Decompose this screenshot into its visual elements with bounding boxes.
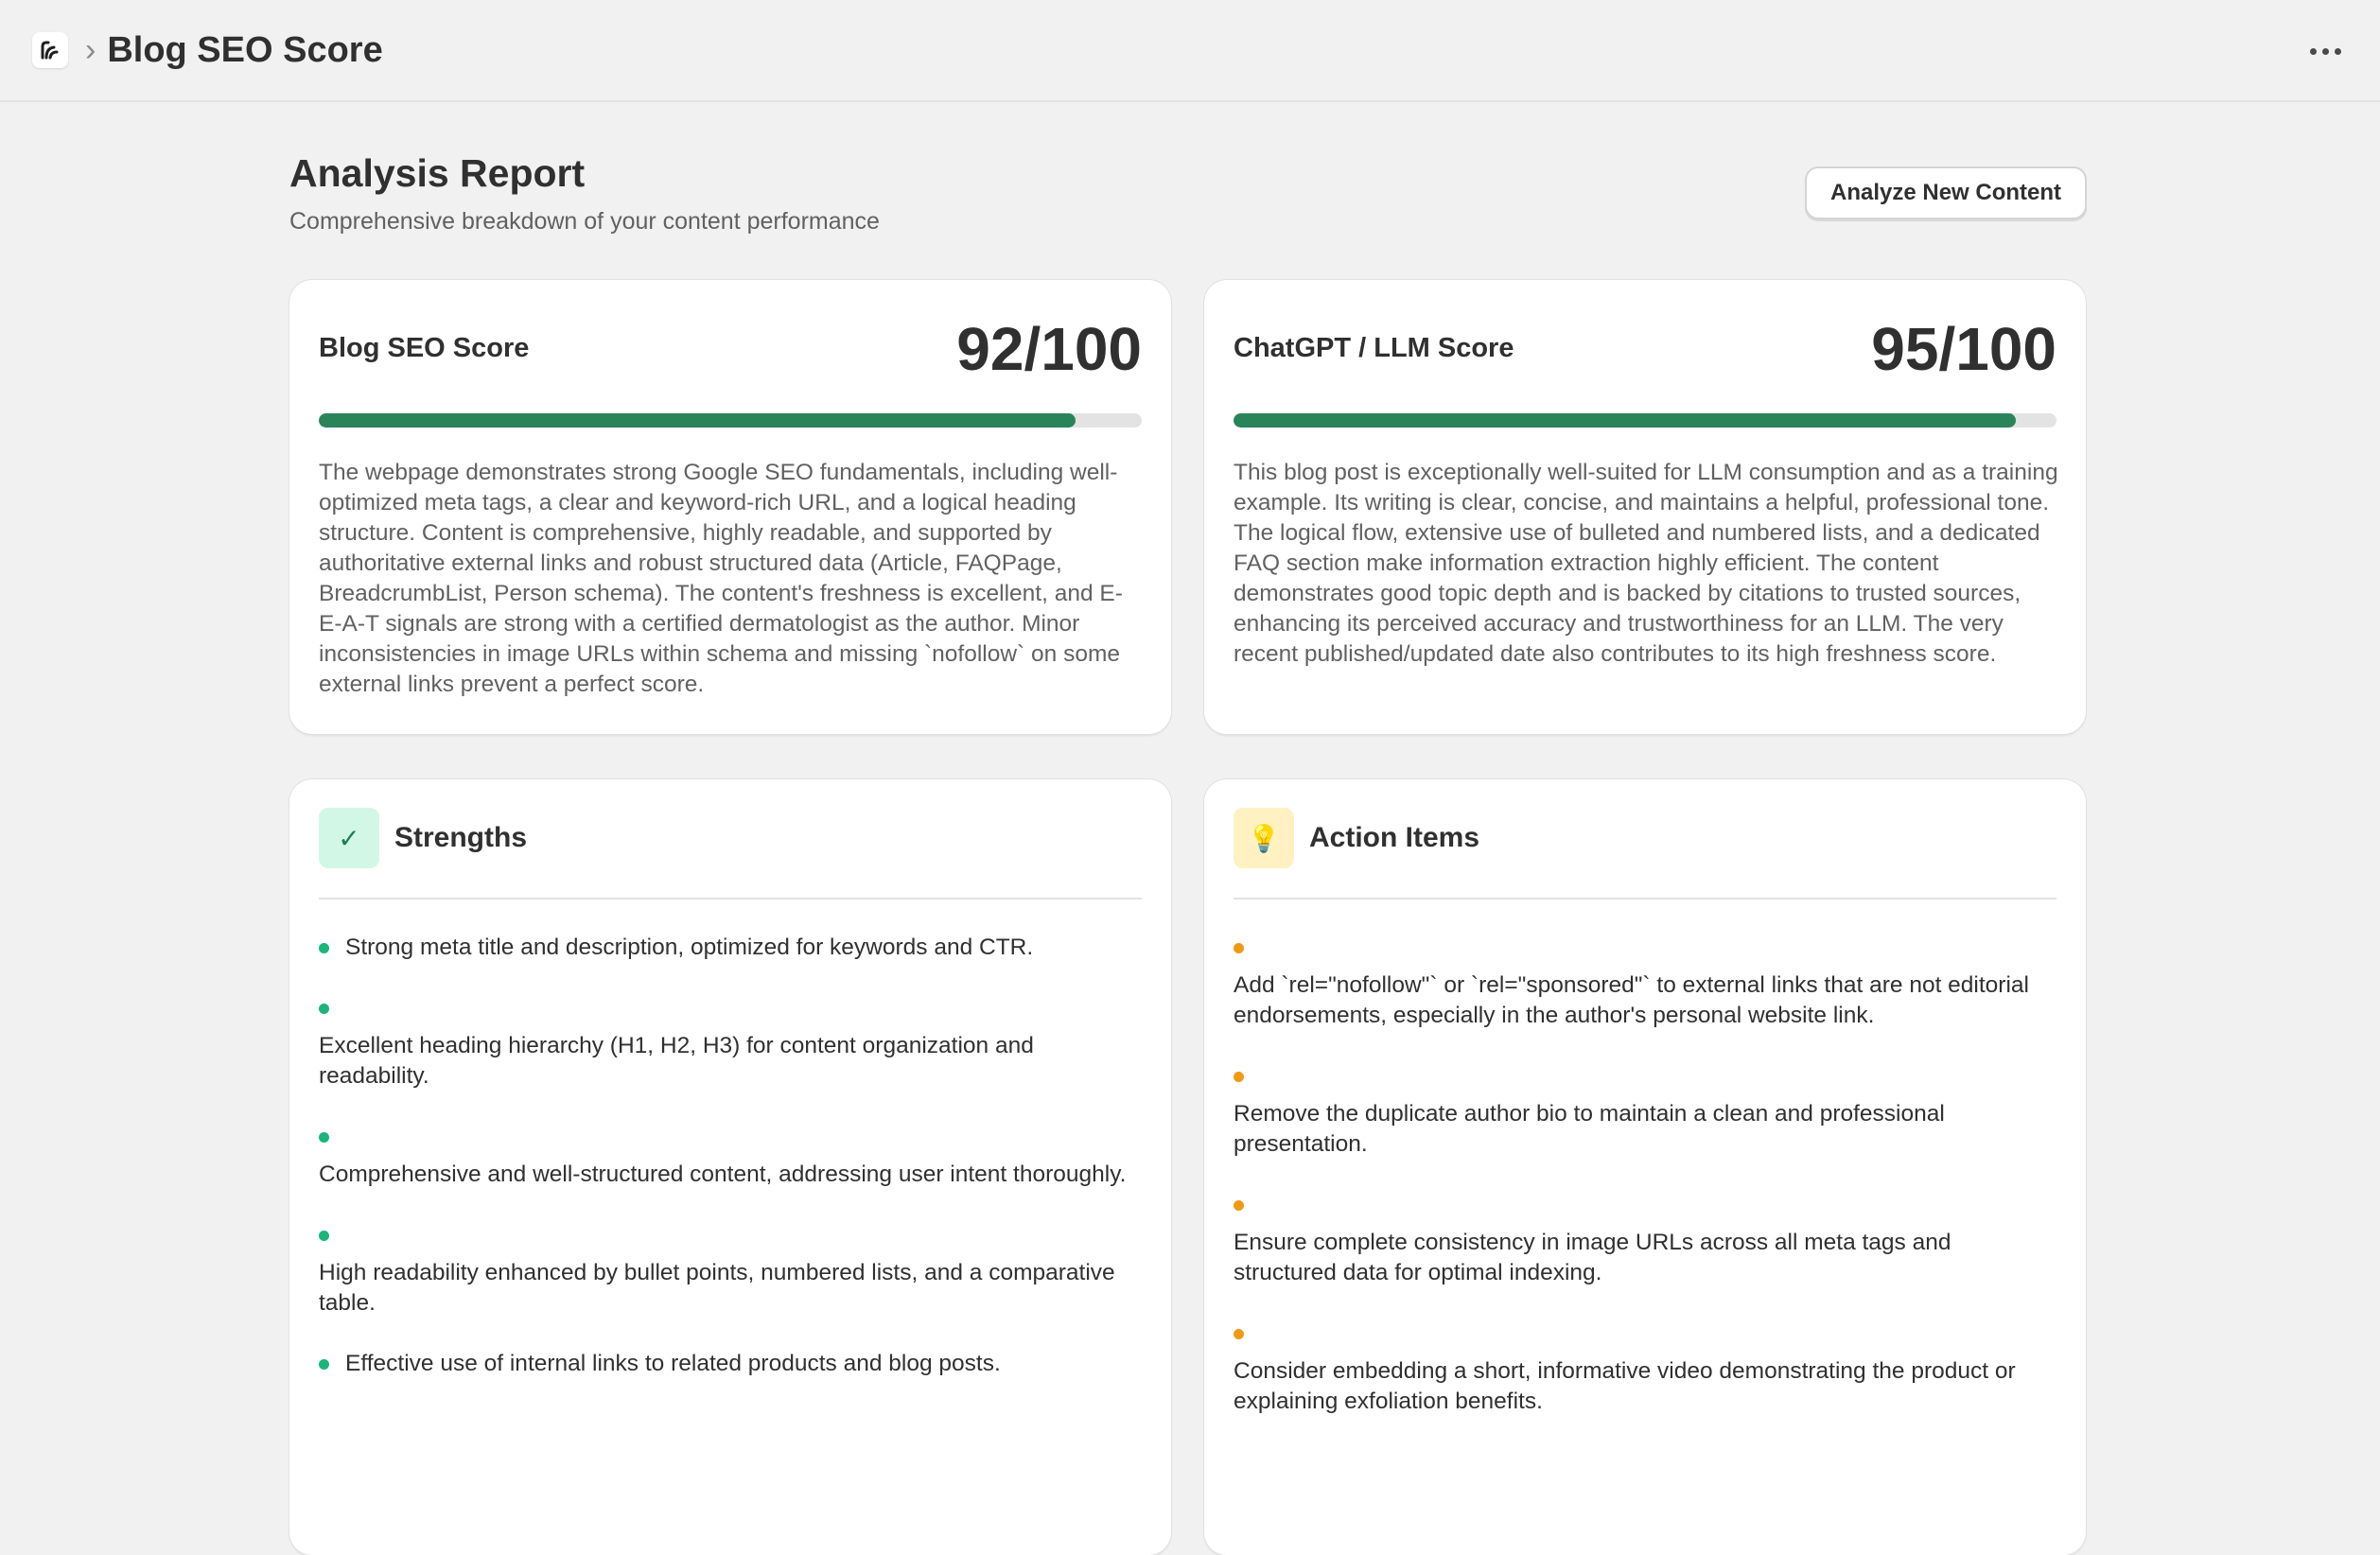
bullet-icon: [319, 1359, 329, 1370]
list-item: Comprehensive and well-structured conten…: [319, 1122, 1144, 1190]
report-header: Analysis Report Comprehensive breakdown …: [289, 102, 2087, 280]
list-item-text: Comprehensive and well-structured conten…: [319, 1162, 1127, 1187]
seo-score-card: Blog SEO Score 92/100 The webpage demons…: [289, 280, 1171, 734]
page-title: Blog SEO Score: [107, 29, 383, 70]
score-progress-bar: [1234, 413, 2056, 428]
more-horizontal-icon[interactable]: [2302, 28, 2348, 74]
score-value: 95/100: [1871, 315, 2056, 383]
list-item-text: Effective use of internal links to relat…: [345, 1351, 1001, 1376]
list-item-text: Excellent heading hierarchy (H1, H2, H3)…: [319, 1033, 1034, 1089]
list-item: Excellent heading hierarchy (H1, H2, H3)…: [319, 993, 1144, 1092]
score-progress-bar: [319, 413, 1142, 428]
bullet-icon: [319, 1231, 329, 1241]
list-item: Ensure complete consistency in image URL…: [1234, 1190, 2058, 1288]
score-value: 92/100: [956, 315, 1142, 383]
list-item: High readability enhanced by bullet poin…: [319, 1220, 1144, 1319]
check-icon: ✓: [319, 808, 379, 868]
score-label: Blog SEO Score: [319, 333, 530, 363]
lightbulb-icon: 💡: [1234, 808, 1294, 868]
app-logo-icon[interactable]: [32, 32, 68, 68]
score-description: The webpage demonstrates strong Google S…: [319, 460, 1123, 697]
score-description: This blog post is exceptionally well-sui…: [1234, 460, 2058, 667]
report-subtitle: Comprehensive breakdown of your content …: [289, 208, 880, 235]
divider: [1234, 898, 2056, 900]
strengths-title: Strengths: [394, 822, 528, 853]
list-item: Effective use of internal links to relat…: [319, 1349, 1144, 1379]
list-item: Add `rel="nofollow"` or `rel="sponsored"…: [1234, 933, 2058, 1031]
bullet-icon: [319, 943, 329, 953]
bullet-icon: [1234, 1072, 1244, 1082]
main-content: Analysis Report Comprehensive breakdown …: [289, 102, 2087, 1555]
bullet-icon: [319, 1132, 329, 1143]
breadcrumb-separator: ›: [85, 32, 96, 68]
bullet-icon: [1234, 943, 1244, 953]
action-items-header: 💡 Action Items: [1234, 808, 1479, 868]
report-title: Analysis Report: [289, 151, 586, 195]
list-item-text: Add `rel="nofollow"` or `rel="sponsored"…: [1234, 972, 2029, 1028]
llm-score-card: ChatGPT / LLM Score 95/100 This blog pos…: [1204, 280, 2086, 734]
analyze-new-content-button[interactable]: Analyze New Content: [1805, 166, 2087, 219]
list-item: Strong meta title and description, optim…: [319, 933, 1144, 963]
bullet-icon: [1234, 1329, 1244, 1339]
action-items-list: Add `rel="nofollow"` or `rel="sponsored"…: [1234, 933, 2058, 1447]
bullet-icon: [319, 1004, 329, 1014]
list-item-text: Consider embedding a short, informative …: [1234, 1358, 2016, 1414]
divider: [319, 898, 1142, 900]
strengths-card: ✓ Strengths Strong meta title and descri…: [289, 779, 1171, 1555]
list-item-text: High readability enhanced by bullet poin…: [319, 1260, 1115, 1316]
list-item-text: Remove the duplicate author bio to maint…: [1234, 1101, 1945, 1157]
bullet-icon: [1234, 1200, 1244, 1211]
score-progress-fill: [319, 413, 1076, 428]
score-label: ChatGPT / LLM Score: [1234, 333, 1514, 363]
strengths-header: ✓ Strengths: [319, 808, 527, 868]
action-items-card: 💡 Action Items Add `rel="nofollow"` or `…: [1204, 779, 2086, 1555]
score-progress-fill: [1234, 413, 2016, 428]
list-item: Consider embedding a short, informative …: [1234, 1319, 2058, 1417]
list-item-text: Ensure complete consistency in image URL…: [1234, 1230, 1951, 1285]
action-items-title: Action Items: [1309, 822, 1480, 853]
top-bar: › Blog SEO Score: [0, 0, 2380, 102]
list-item: Remove the duplicate author bio to maint…: [1234, 1061, 2058, 1160]
list-item-text: Strong meta title and description, optim…: [345, 935, 1034, 960]
strengths-list: Strong meta title and description, optim…: [319, 933, 1144, 1409]
